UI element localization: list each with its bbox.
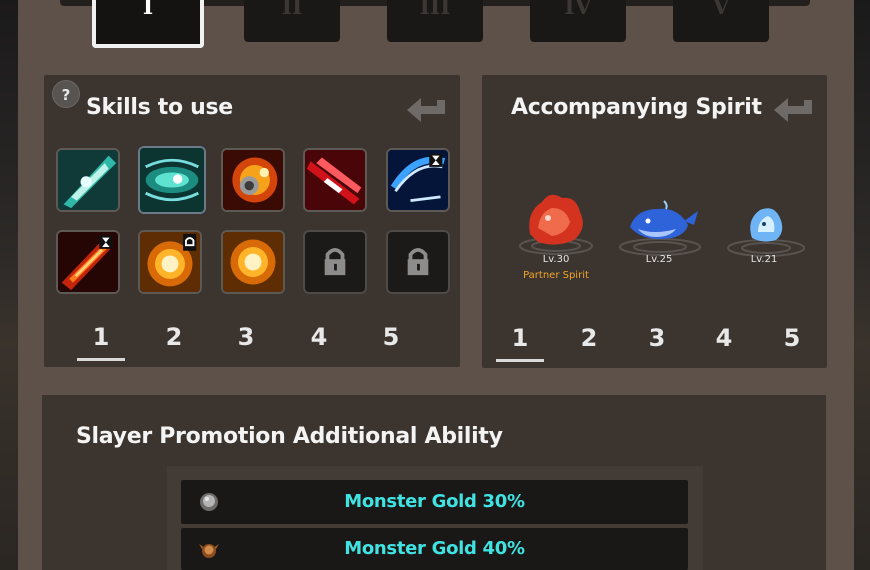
spirit-panel-title: Accompanying Spirit	[511, 95, 762, 120]
red-spirit-icon[interactable]	[512, 188, 600, 260]
cyan-vortex-skill-icon	[140, 148, 204, 212]
help-button[interactable]: ?	[52, 80, 80, 108]
skills-panel-title: Skills to use	[86, 95, 233, 120]
spirit-1-level: Lv.30	[542, 254, 570, 265]
skill-slot-10-locked[interactable]	[386, 230, 450, 294]
golden-orb-skill-icon	[223, 232, 283, 292]
spirit-slot-selected-indicator	[496, 359, 544, 362]
spirit-2-level: Lv.25	[645, 254, 673, 265]
blue-arc-skill-icon	[388, 150, 448, 210]
background-right	[854, 0, 870, 570]
promotion-ability-row: Monster Gold 40%	[181, 528, 688, 570]
skills-slot-tab-4[interactable]: 4	[299, 323, 339, 351]
partner-spirit-label: Partner Spirit	[523, 270, 589, 281]
blue-whale-spirit-icon[interactable]	[614, 195, 706, 259]
tab-1[interactable]: I	[92, 0, 204, 48]
ice-spirit-icon[interactable]	[720, 198, 812, 260]
spirit-slot-tab-5[interactable]: 5	[772, 324, 812, 352]
spirit-back-arrow-icon[interactable]	[772, 96, 816, 126]
spirit-slot-tab-2[interactable]: 2	[569, 324, 609, 352]
tab-2[interactable]: II	[244, 0, 340, 42]
skill-slot-4[interactable]	[303, 148, 367, 212]
skill-slot-1[interactable]	[56, 148, 120, 212]
skill-slot-6[interactable]	[56, 230, 120, 294]
fire-gear-skill-icon	[223, 150, 283, 210]
skills-slot-tab-5[interactable]: 5	[371, 323, 411, 351]
spirit-slot-tab-3[interactable]: 3	[637, 324, 677, 352]
tab-5[interactable]: V	[673, 0, 769, 42]
skill-slot-9-locked[interactable]	[303, 230, 367, 294]
skill-slot-3[interactable]	[221, 148, 285, 212]
flame-sword-skill-icon	[58, 232, 118, 292]
lock-icon	[324, 247, 346, 276]
skill-slot-5[interactable]	[386, 148, 450, 212]
skills-back-arrow-icon[interactable]	[405, 96, 449, 126]
spirit-3-level: Lv.21	[750, 254, 778, 265]
promotion-ability-text: Monster Gold 40%	[344, 538, 525, 559]
lock-icon	[407, 247, 429, 276]
promotion-ability-text: Monster Gold 30%	[344, 491, 525, 512]
background-left	[0, 0, 18, 570]
tab-3[interactable]: III	[387, 0, 483, 42]
promotion-title: Slayer Promotion Additional Ability	[76, 424, 503, 449]
skill-slot-8[interactable]	[221, 230, 285, 294]
tab-4[interactable]: IV	[530, 0, 626, 42]
skills-slot-tab-2[interactable]: 2	[154, 323, 194, 351]
skill-slot-2[interactable]	[138, 146, 206, 214]
skills-slot-tab-3[interactable]: 3	[226, 323, 266, 351]
spirit-slot-tab-1[interactable]: 1	[500, 324, 540, 352]
spirit-slot-tab-4[interactable]: 4	[704, 324, 744, 352]
red-slash-skill-icon	[305, 150, 365, 210]
skills-slot-selected-indicator	[77, 358, 125, 361]
promotion-ability-row: Monster Gold 30%	[181, 480, 688, 524]
golden-orb-skill-icon	[140, 232, 200, 292]
skill-slot-7[interactable]	[138, 230, 202, 294]
cyan-blade-skill-icon	[58, 150, 118, 210]
skills-slot-tab-1[interactable]: 1	[81, 323, 121, 351]
